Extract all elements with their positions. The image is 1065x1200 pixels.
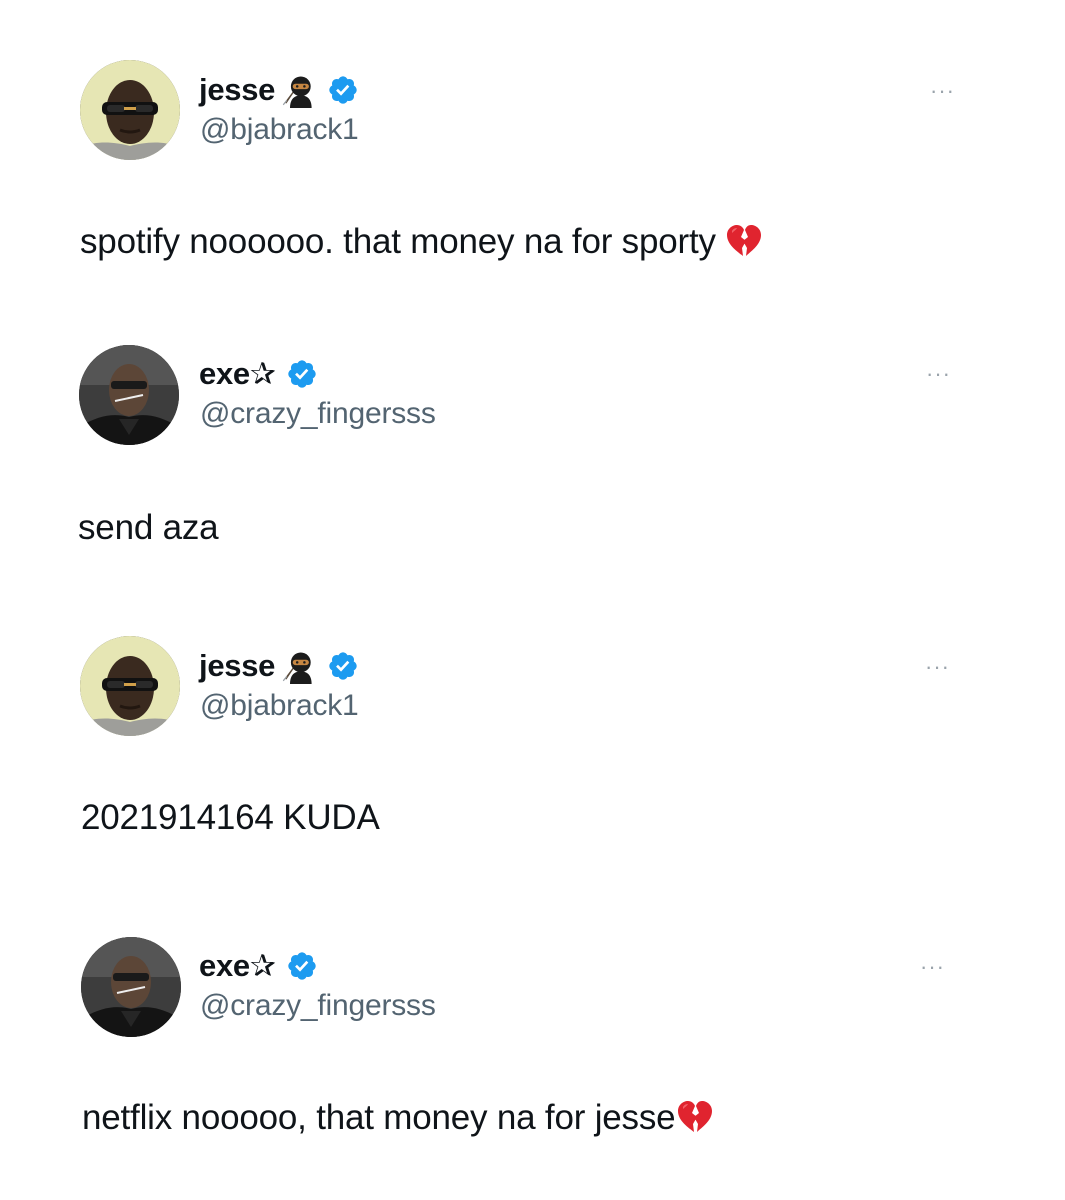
display-name[interactable]: exe✰ [199,948,276,984]
user-handle[interactable]: @crazy_fingersss [200,397,436,431]
tweet-card: exe✰ @crazy_fingersss ··· netflix nooooo… [0,0,1065,1137]
verified-badge-icon [286,358,318,390]
author-name-row[interactable]: exe✰ [199,946,318,986]
ninja-emoji-icon [281,648,317,684]
avatar[interactable] [80,636,180,736]
tweet-text: netflix nooooo, that money na for jesse [82,1098,715,1138]
tweet-text: 2021914164 KUDA [81,798,380,838]
display-name[interactable]: jesse [199,648,275,684]
tweet-text: send aza [78,508,219,548]
user-handle[interactable]: @bjabrack1 [200,689,359,723]
more-options-icon[interactable]: ··· [920,956,945,978]
tweet-text-content: send aza [78,508,219,547]
more-options-icon[interactable]: ··· [926,363,951,385]
more-options-icon[interactable]: ··· [925,656,950,678]
display-name[interactable]: exe✰ [199,356,276,392]
user-handle[interactable]: @crazy_fingersss [200,989,436,1023]
tweet-text-content: netflix nooooo, that money na for jesse [82,1098,676,1137]
tweet-text-content: 2021914164 KUDA [81,798,380,837]
avatar[interactable] [81,937,181,1037]
broken-heart-icon [675,1098,715,1138]
author-name-row[interactable]: jesse [199,646,359,686]
author-name-row[interactable]: exe✰ [199,354,318,394]
verified-badge-icon [286,950,318,982]
avatar[interactable] [79,345,179,445]
verified-badge-icon [327,650,359,682]
